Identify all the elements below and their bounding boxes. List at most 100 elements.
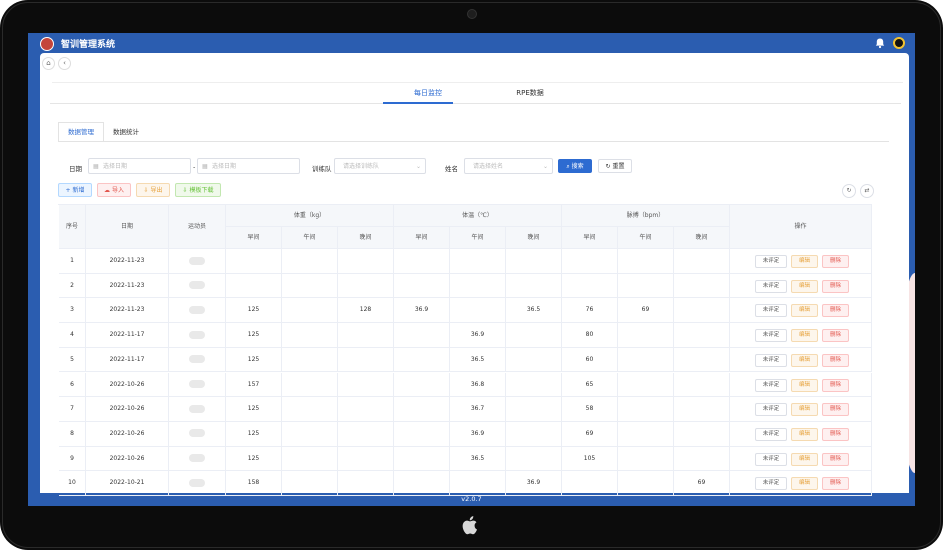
cell-pulse-morning bbox=[562, 273, 618, 299]
cell-weight-morning: 125 bbox=[226, 446, 282, 472]
delete-button[interactable]: 删除 bbox=[822, 477, 849, 491]
table-row: 9 2022-10-26 125 36.5 105 未评定 编辑 删除 bbox=[59, 446, 872, 472]
cell-pulse-noon bbox=[618, 397, 674, 422]
start-date-input[interactable]: ▦ 选择日期 bbox=[88, 158, 191, 174]
cell-index: 8 bbox=[59, 421, 86, 447]
cell-pulse-evening bbox=[674, 298, 730, 324]
edit-button[interactable]: 编辑 bbox=[791, 304, 818, 318]
evaluate-button[interactable]: 未评定 bbox=[755, 452, 787, 466]
delete-button[interactable]: 删除 bbox=[822, 279, 849, 293]
delete-button[interactable]: 删除 bbox=[822, 329, 849, 343]
columns-icon[interactable]: ⇄ bbox=[860, 184, 874, 198]
cell-temp-evening bbox=[506, 372, 562, 398]
cell-pulse-evening bbox=[674, 397, 730, 422]
cell-date: 2022-10-26 bbox=[86, 446, 169, 472]
delete-button[interactable]: 删除 bbox=[822, 255, 849, 268]
tab-data-management[interactable]: 数据管理 bbox=[58, 122, 104, 142]
delete-button[interactable]: 删除 bbox=[822, 452, 849, 466]
cell-actions: 未评定 编辑 删除 bbox=[730, 347, 872, 373]
end-date-input[interactable]: ▦ 选择日期 bbox=[197, 158, 300, 174]
cell-pulse-noon bbox=[618, 372, 674, 398]
delete-button[interactable]: 删除 bbox=[822, 403, 849, 417]
cell-actions: 未评定 编辑 删除 bbox=[730, 446, 872, 472]
cell-pulse-evening bbox=[674, 372, 730, 398]
reset-button[interactable]: ↻ 重置 bbox=[598, 159, 632, 173]
export-button-label: 导出 bbox=[150, 187, 163, 194]
cell-temp-noon: 36.8 bbox=[450, 372, 506, 398]
table-row: 4 2022-11-17 125 36.9 80 未评定 编辑 删除 bbox=[59, 323, 872, 348]
edit-button[interactable]: 编辑 bbox=[791, 279, 818, 293]
cell-pulse-evening bbox=[674, 249, 730, 274]
team-select[interactable]: 请选择训练队 ⌄ bbox=[334, 158, 426, 174]
redacted-athlete-name bbox=[189, 454, 205, 463]
add-button[interactable]: + 新增 bbox=[58, 183, 92, 197]
cell-temp-noon: 36.9 bbox=[450, 421, 506, 447]
search-button[interactable]: ⌕ 搜索 bbox=[558, 159, 592, 173]
cell-weight-evening bbox=[338, 323, 394, 348]
evaluate-button[interactable]: 未评定 bbox=[755, 477, 787, 491]
edit-button[interactable]: 编辑 bbox=[791, 403, 818, 417]
evaluate-button[interactable]: 未评定 bbox=[755, 353, 787, 367]
edit-button[interactable]: 编辑 bbox=[791, 353, 818, 367]
delete-button[interactable]: 删除 bbox=[822, 378, 849, 392]
app-title: 智训管理系统 bbox=[61, 40, 116, 50]
redacted-athlete-name bbox=[189, 281, 205, 290]
delete-button[interactable]: 删除 bbox=[822, 427, 849, 441]
edit-button[interactable]: 编辑 bbox=[791, 427, 818, 441]
tab-rpe-data[interactable]: RPE数据 bbox=[495, 88, 565, 98]
import-button[interactable]: ☁ 导入 bbox=[97, 183, 131, 197]
evaluate-button[interactable]: 未评定 bbox=[755, 255, 787, 268]
edit-button[interactable]: 编辑 bbox=[791, 477, 818, 491]
home-icon[interactable]: ⌂ bbox=[42, 57, 55, 70]
edit-button[interactable]: 编辑 bbox=[791, 378, 818, 392]
avatar[interactable] bbox=[893, 37, 905, 49]
evaluate-button[interactable]: 未评定 bbox=[755, 427, 787, 441]
cell-date: 2022-10-26 bbox=[86, 397, 169, 422]
cell-weight-noon bbox=[282, 298, 338, 324]
back-icon[interactable]: ‹ bbox=[58, 57, 71, 70]
edit-button[interactable]: 编辑 bbox=[791, 255, 818, 268]
table-row: 7 2022-10-26 125 36.7 58 未评定 编辑 删除 bbox=[59, 397, 872, 422]
delete-button[interactable]: 删除 bbox=[822, 304, 849, 318]
cell-temp-noon: 36.7 bbox=[450, 397, 506, 422]
evaluate-button[interactable]: 未评定 bbox=[755, 279, 787, 293]
export-button[interactable]: ⇩ 导出 bbox=[136, 183, 170, 197]
cell-pulse-evening bbox=[674, 347, 730, 373]
cell-pulse-evening bbox=[674, 446, 730, 472]
cell-temp-morning bbox=[394, 323, 450, 348]
cell-weight-noon bbox=[282, 421, 338, 447]
name-placeholder: 请选择姓名 bbox=[473, 163, 504, 170]
cell-weight-morning: 125 bbox=[226, 397, 282, 422]
version-label: v2.0.7 bbox=[461, 495, 482, 503]
redacted-athlete-name bbox=[189, 404, 205, 413]
cell-index: 9 bbox=[59, 446, 86, 472]
cell-temp-morning bbox=[394, 372, 450, 398]
evaluate-button[interactable]: 未评定 bbox=[755, 304, 787, 318]
cell-temp-noon bbox=[450, 249, 506, 274]
name-select[interactable]: 请选择姓名 ⌄ bbox=[464, 158, 553, 174]
cell-athlete bbox=[169, 421, 226, 447]
tab-data-statistics[interactable]: 数据统计 bbox=[103, 122, 149, 142]
apple-logo-icon bbox=[462, 516, 477, 535]
edit-button[interactable]: 编辑 bbox=[791, 329, 818, 343]
edit-button[interactable]: 编辑 bbox=[791, 452, 818, 466]
table-row: 8 2022-10-26 125 36.9 69 未评定 编辑 删除 bbox=[59, 421, 872, 447]
evaluate-button[interactable]: 未评定 bbox=[755, 378, 787, 392]
cell-index: 4 bbox=[59, 323, 86, 348]
evaluate-button[interactable]: 未评定 bbox=[755, 403, 787, 417]
tab-daily-monitor[interactable]: 每日监控 bbox=[393, 88, 463, 98]
cell-weight-noon bbox=[282, 323, 338, 348]
redacted-athlete-name bbox=[189, 256, 205, 265]
cell-weight-morning: 125 bbox=[226, 323, 282, 348]
evaluate-button[interactable]: 未评定 bbox=[755, 329, 787, 343]
cell-pulse-noon: 69 bbox=[618, 298, 674, 324]
bell-icon[interactable] bbox=[874, 37, 886, 49]
divider bbox=[50, 103, 901, 104]
cell-pulse-noon bbox=[618, 347, 674, 373]
template-download-button[interactable]: ⇩ 模板下载 bbox=[175, 183, 221, 197]
delete-button[interactable]: 删除 bbox=[822, 353, 849, 367]
cell-pulse-morning: 60 bbox=[562, 347, 618, 373]
cell-weight-noon bbox=[282, 446, 338, 472]
filter-bar: 日期 ▦ 选择日期 - ▦ 选择日期 训练队 请选择训练队 ⌄ 姓名 请选择姓名… bbox=[58, 158, 889, 176]
refresh-icon[interactable]: ↻ bbox=[842, 184, 856, 198]
